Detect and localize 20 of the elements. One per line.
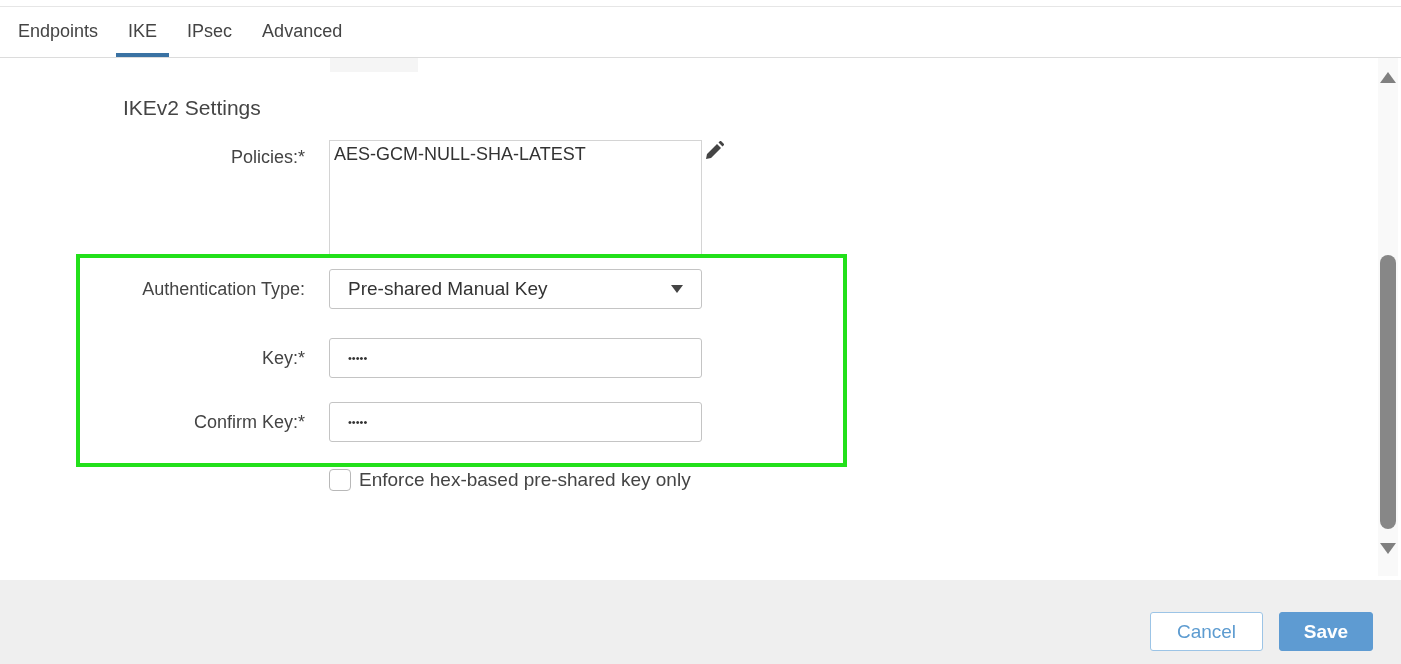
key-field[interactable]: ••••• (329, 338, 702, 378)
field-label: Key:* (261, 347, 305, 369)
tab[interactable]: IKE (116, 7, 170, 57)
confirm-key-field[interactable]: ••••• (329, 402, 702, 442)
authentication-type-select[interactable]: Pre-shared Manual Key (329, 269, 702, 309)
checkbox-label: Enforce hex-based pre-shared key only (359, 469, 691, 491)
caret-icon (671, 285, 683, 293)
tab[interactable]: Endpoints (6, 7, 111, 57)
tab[interactable]: IPsec (175, 7, 245, 57)
checkbox[interactable] (329, 469, 351, 491)
pencil-icon[interactable] (704, 141, 724, 161)
field-label: Policies:* (230, 147, 305, 168)
field-label: Authentication Type: (142, 278, 305, 300)
policy-item[interactable]: AES-GCM-NULL-SHA-LATEST (334, 144, 697, 165)
scrollbar-thumb[interactable] (1380, 255, 1396, 529)
scroll-down-icon[interactable] (1380, 543, 1396, 554)
scroll-up-icon[interactable] (1380, 72, 1396, 83)
section-title: IKEv2 Settings (123, 96, 262, 121)
field-label: Confirm Key:* (193, 411, 305, 433)
tab[interactable]: Advanced (250, 7, 355, 57)
